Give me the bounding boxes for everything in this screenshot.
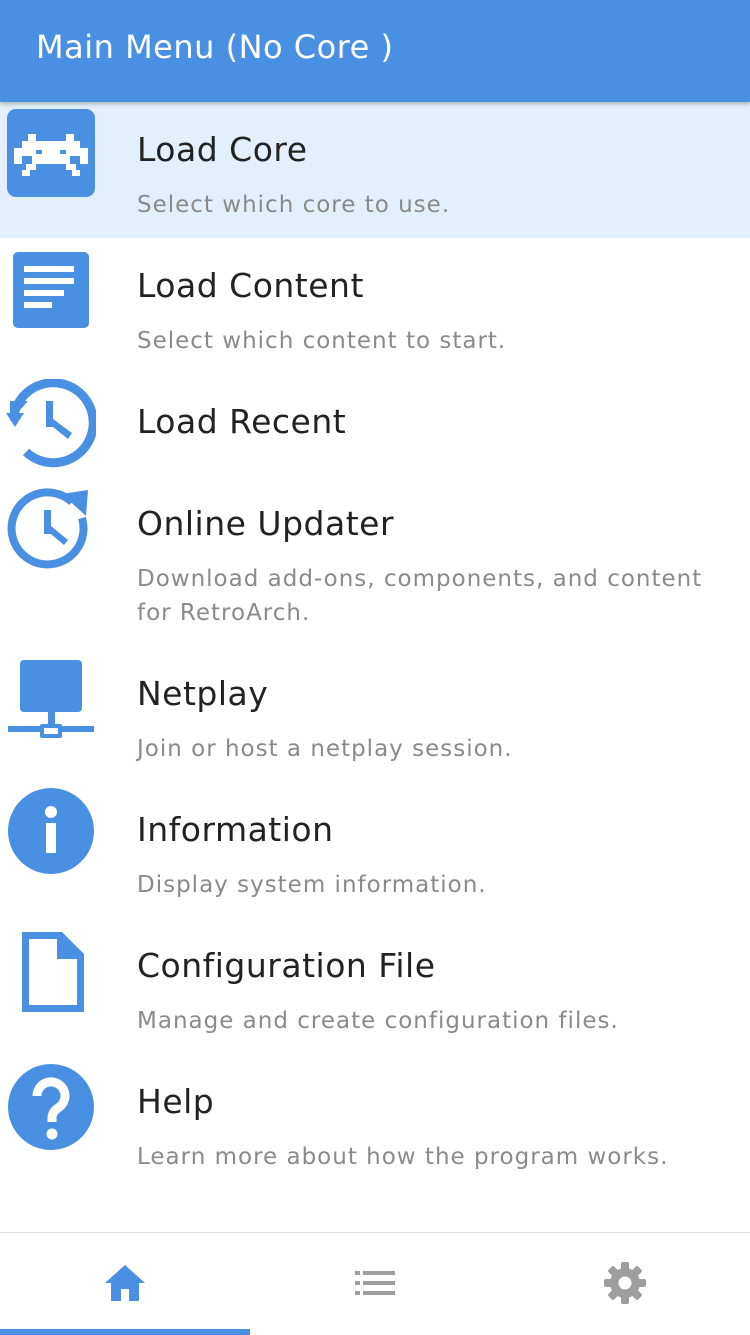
menu-item-label: Load Recent [137,402,347,441]
menu-item-information[interactable]: Information Display system information. [0,782,750,918]
menu-item-sublabel: Select which content to start. [137,328,507,354]
menu-item-label: Online Updater [137,504,395,543]
update-clock-icon [6,484,96,574]
tab-settings[interactable] [500,1233,750,1335]
file-icon [6,926,96,1016]
menu-item-sublabel: Learn more about how the program works. [137,1144,669,1170]
history-clock-icon [6,379,96,469]
gear-icon [604,1262,646,1304]
menu-item-label: Netplay [137,674,269,713]
document-lines-icon [6,246,96,336]
menu-item-label: Help [137,1082,215,1121]
menu-item-sublabel: Join or host a netplay session. [137,736,513,762]
menu-item-configuration-file[interactable]: Configuration File Manage and create con… [0,918,750,1054]
menu-item-label: Information [137,810,334,849]
help-icon [6,1062,96,1152]
tab-main-menu[interactable] [0,1233,250,1335]
menu-item-sublabel: Download add-ons, components, and conten… [137,566,703,626]
menu-item-online-updater[interactable]: Online Updater Download add-ons, compone… [0,476,750,646]
main-menu-list: Load Core Select which core to use. Load… [0,102,750,1232]
menu-item-label: Load Content [137,266,364,305]
menu-item-sublabel: Display system information. [137,872,487,898]
list-icon [355,1271,395,1295]
menu-item-netplay[interactable]: Netplay Join or host a netplay session. [0,646,750,782]
menu-item-sublabel: Manage and create configuration files. [137,1008,619,1034]
menu-item-help[interactable]: Help Learn more about how the program wo… [0,1054,750,1190]
home-icon [105,1265,145,1301]
active-tab-indicator [0,1329,250,1335]
info-icon [6,786,96,876]
menu-item-load-content[interactable]: Load Content Select which content to sta… [0,238,750,374]
menu-item-label: Load Core [137,130,308,169]
menu-item-load-core[interactable]: Load Core Select which core to use. [0,102,750,238]
app-header: Main Menu (No Core ) [0,0,750,102]
menu-item-load-recent[interactable]: Load Recent [0,374,750,476]
page-title: Main Menu (No Core ) [36,28,394,66]
retroarch-invader-icon [6,108,96,198]
network-monitor-icon [6,654,96,744]
bottom-tab-bar [0,1232,750,1335]
menu-item-label: Configuration File [137,946,436,985]
tab-playlists[interactable] [250,1233,500,1335]
menu-item-sublabel: Select which core to use. [137,192,451,218]
